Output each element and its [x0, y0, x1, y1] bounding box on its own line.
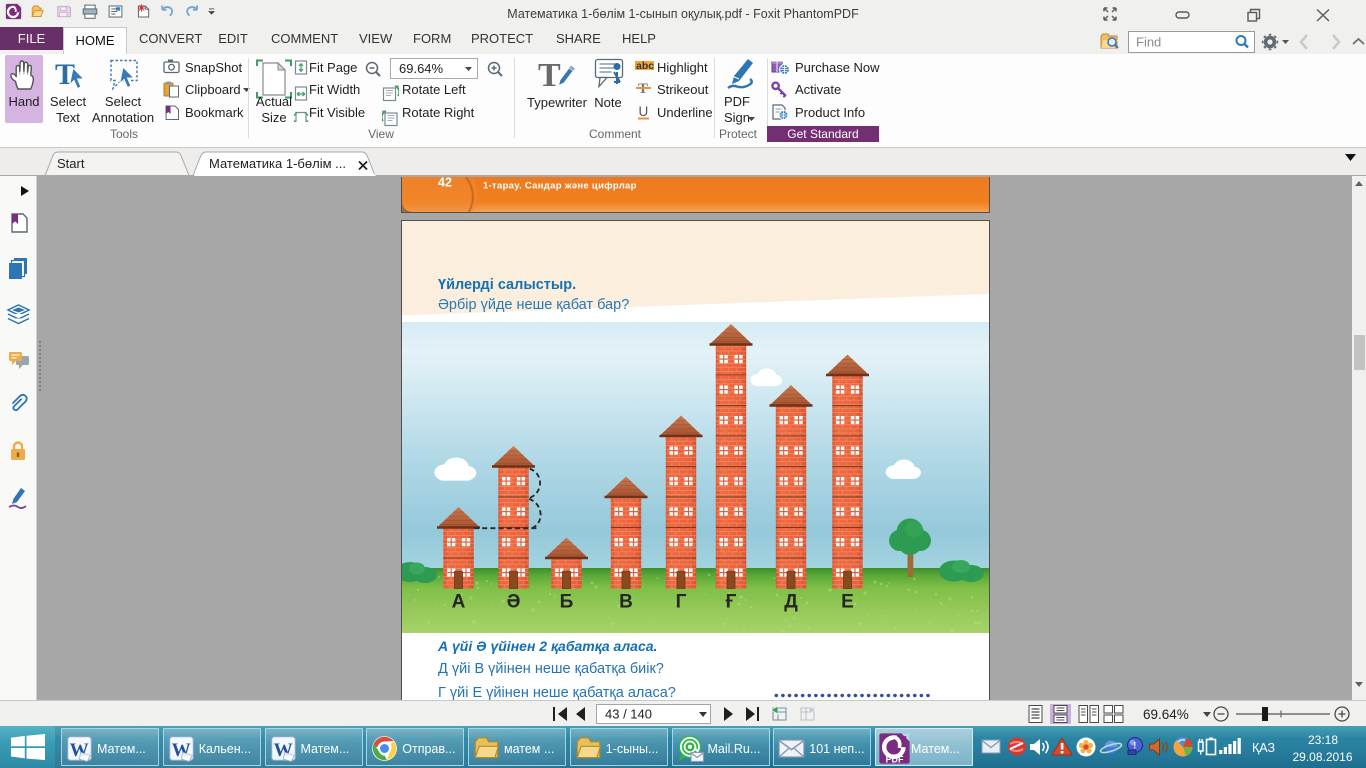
svg-text:43 / 140: 43 / 140 — [605, 707, 652, 722]
svg-text:В: В — [619, 592, 633, 613]
svg-text:Математика 1-бөлім ...: Математика 1-бөлім ... — [209, 156, 346, 171]
svg-text:✳: ✳ — [138, 4, 146, 14]
svg-text:!: ! — [1133, 741, 1136, 751]
svg-text:abc: abc — [636, 60, 654, 72]
svg-text:PDF: PDF — [886, 754, 904, 764]
svg-text:T: T — [538, 58, 561, 94]
svg-text:Start: Start — [57, 156, 85, 171]
svg-text:Ғ: Ғ — [726, 592, 737, 613]
svg-text:1-тарау. Сандар және цифрлар: 1-тарау. Сандар және цифрлар — [483, 181, 637, 192]
svg-text:Б: Б — [560, 592, 574, 613]
svg-text:А: А — [452, 592, 466, 613]
svg-text:Е: Е — [841, 592, 854, 613]
svg-text:Find: Find — [1136, 35, 1161, 50]
svg-text:U: U — [639, 104, 649, 119]
svg-text:Д: Д — [784, 592, 798, 613]
svg-text:Ә: Ә — [507, 592, 521, 613]
svg-text:Г: Г — [676, 592, 687, 613]
svg-text:69.64%: 69.64% — [1143, 707, 1189, 722]
svg-text:42: 42 — [438, 177, 452, 190]
